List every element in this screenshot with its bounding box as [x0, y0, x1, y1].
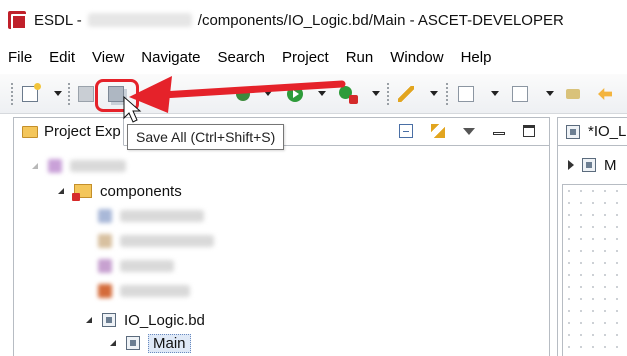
next-annotation-icon[interactable]	[458, 86, 474, 102]
redacted-project-name	[87, 13, 192, 27]
expand-twisty-icon[interactable]	[86, 317, 92, 323]
file-icon	[98, 284, 112, 298]
title-bar: ESDL - /components/IO_Logic.bd/Main - AS…	[0, 0, 627, 40]
file-icon	[98, 234, 112, 248]
menu-run[interactable]: Run	[346, 49, 374, 66]
menu-bar: File Edit View Navigate Search Project R…	[0, 45, 508, 69]
components-folder-icon	[72, 184, 92, 201]
new-dropdown-chevron-icon[interactable]	[54, 91, 62, 96]
diagram-icon	[582, 158, 596, 172]
editor-panel: *IO_L M	[557, 117, 627, 356]
debug-dropdown-chevron-icon[interactable]	[264, 91, 272, 96]
previous-annotation-dropdown-chevron-icon[interactable]	[546, 91, 554, 96]
editor-tab-io-logic[interactable]: *IO_L	[558, 118, 627, 146]
expand-twisty-icon[interactable]	[58, 188, 64, 194]
save-all-highlight	[95, 79, 139, 112]
external-tools-icon[interactable]	[339, 86, 358, 104]
window-title-prefix: ESDL -	[34, 11, 82, 29]
view-menu-chevron-icon[interactable]	[463, 127, 475, 135]
diagram-icon	[126, 336, 140, 350]
tree-item-project[interactable]	[32, 154, 126, 178]
tree-item-io-logic[interactable]: IO_Logic.bd	[86, 308, 205, 332]
file-icon	[98, 259, 112, 273]
new-file-icon[interactable]	[22, 83, 41, 102]
editor-outline-row[interactable]: M	[558, 154, 617, 176]
editor-row-label: M	[604, 156, 617, 174]
expand-twisty-icon[interactable]	[110, 340, 116, 346]
tree-item-redacted[interactable]	[98, 279, 190, 303]
tree-item-io-logic-label: IO_Logic.bd	[124, 311, 205, 329]
menu-file[interactable]: File	[8, 49, 32, 66]
save-all-tooltip: Save All (Ctrl+Shift+S)	[127, 124, 285, 150]
save-icon[interactable]	[78, 86, 94, 102]
collapse-twisty-icon[interactable]	[568, 160, 574, 170]
toolbar-grip	[446, 83, 448, 105]
block-diagram-icon	[102, 313, 116, 327]
link-with-editor-icon[interactable]	[431, 124, 445, 138]
minimize-icon[interactable]	[493, 131, 505, 135]
expand-twisty-icon[interactable]	[32, 163, 38, 169]
tree-item-components-label: components	[100, 182, 182, 200]
menu-search[interactable]: Search	[217, 49, 265, 66]
maximize-icon[interactable]	[523, 125, 535, 137]
block-diagram-icon	[566, 124, 580, 139]
toolbar-grip	[387, 83, 389, 105]
tree-item-redacted[interactable]	[98, 254, 174, 278]
project-explorer-tab-label: Project Exp	[44, 123, 121, 140]
tree-item-components[interactable]: components	[58, 179, 182, 203]
redacted-file-label	[120, 285, 190, 297]
pen-dropdown-chevron-icon[interactable]	[430, 91, 438, 96]
file-icon	[98, 209, 112, 223]
collapse-all-icon[interactable]	[399, 124, 413, 138]
next-annotation-dropdown-chevron-icon[interactable]	[491, 91, 499, 96]
redacted-file-label	[120, 235, 214, 247]
project-explorer-folder-icon	[22, 125, 38, 138]
debug-icon[interactable]	[236, 87, 250, 101]
panel-toolbar	[399, 124, 535, 138]
redacted-file-label	[120, 210, 204, 222]
diagram-canvas[interactable]	[562, 184, 627, 356]
menu-project[interactable]: Project	[282, 49, 329, 66]
window-title: ESDL - /components/IO_Logic.bd/Main - AS…	[34, 12, 564, 29]
run-icon[interactable]	[287, 86, 303, 102]
app-icon	[8, 11, 27, 30]
last-edit-location-icon[interactable]	[566, 89, 580, 99]
menu-view[interactable]: View	[92, 49, 124, 66]
tree-item-main-label: Main	[148, 333, 191, 353]
annotation-pen-icon[interactable]	[398, 86, 414, 102]
project-explorer-panel: Project Exp components IO_Logic.bd Main	[13, 117, 550, 356]
previous-annotation-icon[interactable]	[512, 86, 528, 102]
tree-item-main[interactable]: Main	[110, 331, 191, 355]
tree-item-redacted[interactable]	[98, 229, 214, 253]
toolbar-grip	[68, 83, 70, 105]
project-icon	[48, 159, 62, 173]
menu-window[interactable]: Window	[390, 49, 443, 66]
redacted-file-label	[120, 260, 174, 272]
window-title-suffix: /components/IO_Logic.bd/Main - ASCET-DEV…	[197, 11, 564, 29]
editor-tab-label: *IO_L	[588, 123, 627, 140]
run-dropdown-chevron-icon[interactable]	[318, 91, 326, 96]
project-explorer-tab[interactable]: Project Exp	[14, 118, 124, 146]
external-tools-dropdown-chevron-icon[interactable]	[372, 91, 380, 96]
back-arrow-icon[interactable]	[598, 88, 612, 100]
menu-navigate[interactable]: Navigate	[141, 49, 200, 66]
tree-item-redacted[interactable]	[98, 204, 204, 228]
redacted-project-label	[70, 160, 126, 172]
menu-help[interactable]: Help	[461, 49, 492, 66]
menu-edit[interactable]: Edit	[49, 49, 75, 66]
toolbar-grip[interactable]	[11, 83, 13, 105]
